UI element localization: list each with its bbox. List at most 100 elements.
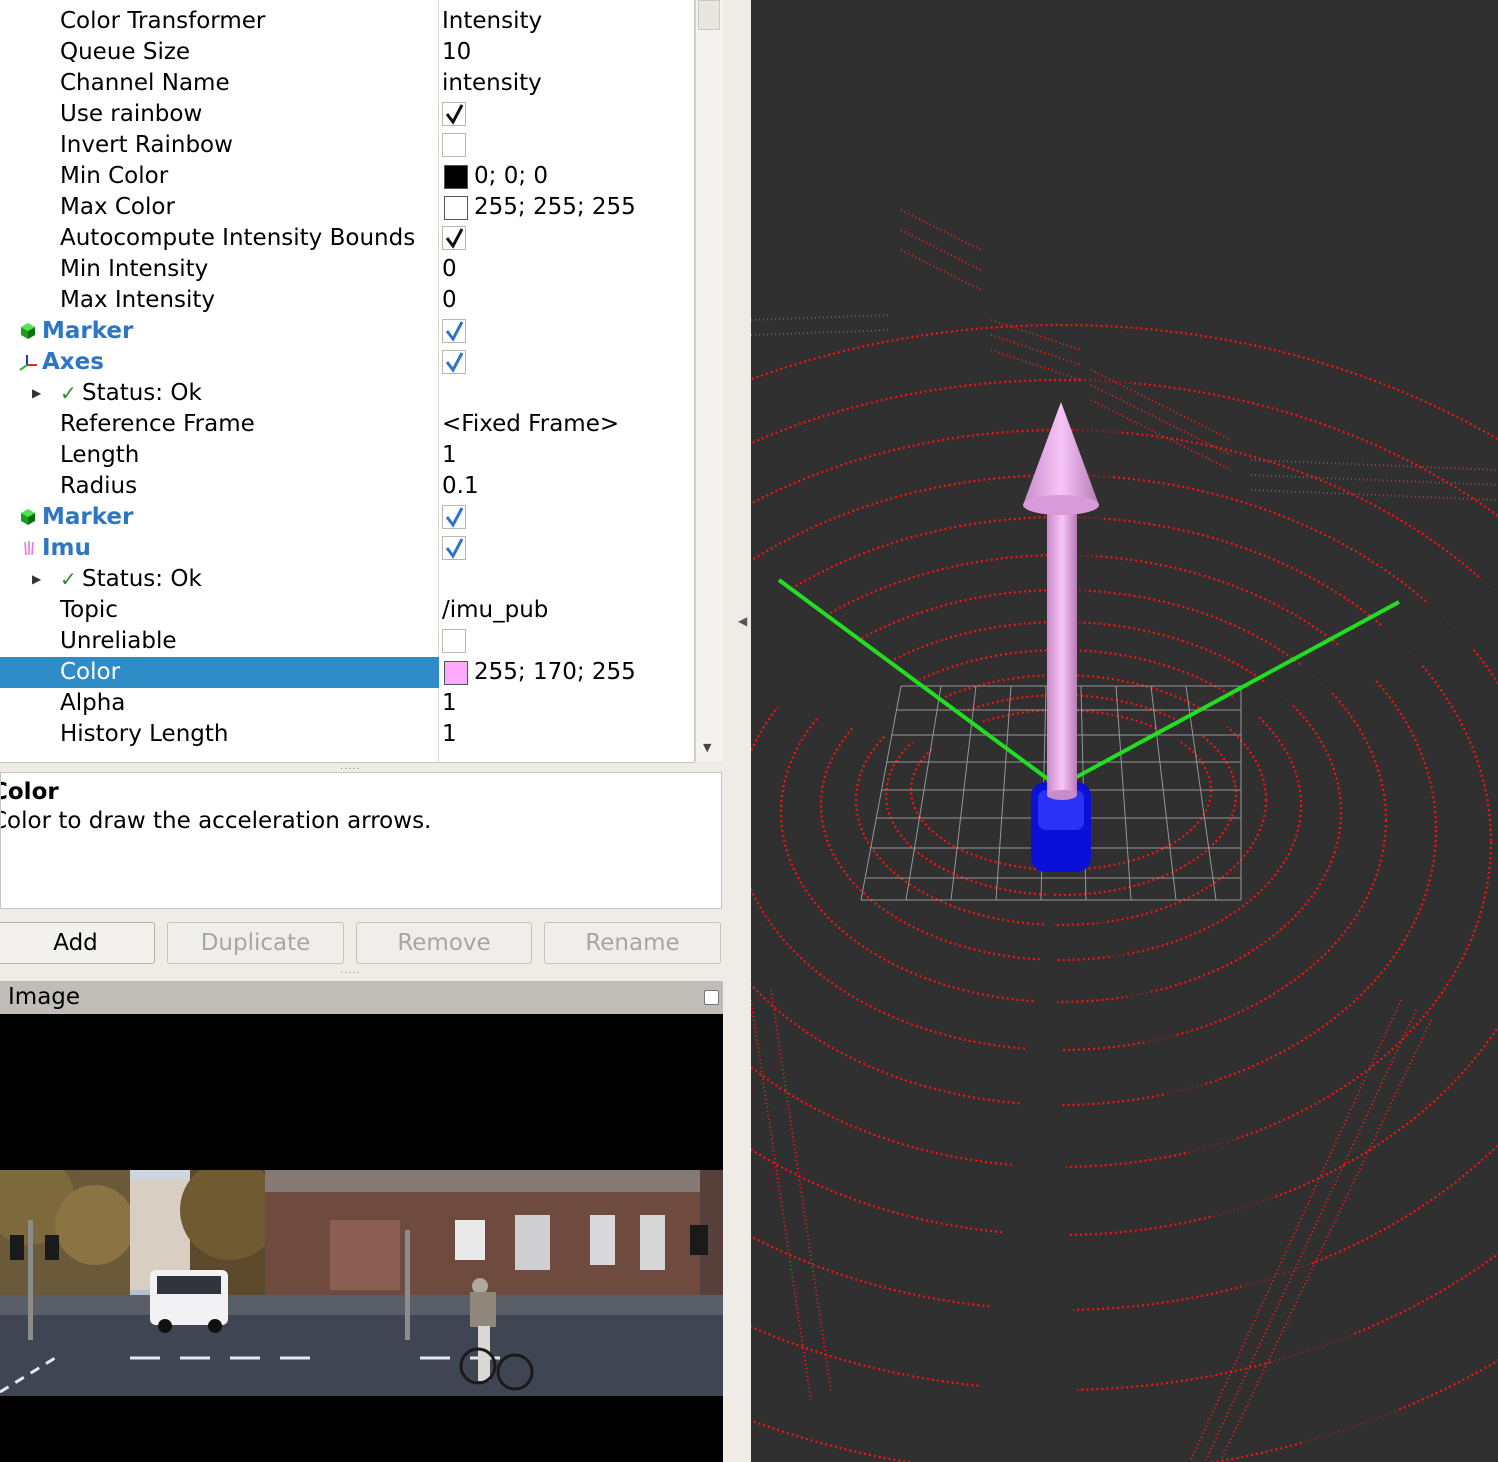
property-value-cell[interactable]: 0 [439, 254, 694, 285]
property-value: 0; 0; 0 [474, 163, 549, 189]
3d-render-view[interactable] [751, 0, 1498, 1462]
property-value: intensity [442, 70, 542, 96]
property-value: 0 [442, 256, 457, 282]
property-row-selected[interactable]: Color 255; 170; 255 [0, 657, 694, 688]
camera-image-view [0, 1014, 723, 1462]
property-row[interactable]: Queue Size 10 [0, 37, 694, 68]
imu-color-swatch[interactable] [444, 661, 468, 685]
property-name: Invert Rainbow [60, 132, 233, 158]
property-name: Color Transformer [60, 8, 266, 34]
property-value-cell [439, 533, 694, 564]
display-row-marker[interactable]: Marker [0, 502, 694, 533]
display-row-marker[interactable]: Marker [0, 316, 694, 347]
scroll-down-arrow-icon[interactable]: ▼ [703, 741, 711, 754]
use-rainbow-checkbox[interactable] [442, 102, 466, 126]
property-value-cell[interactable]: 255; 170; 255 [439, 657, 694, 688]
property-value-cell[interactable]: 1 [439, 719, 694, 750]
unreliable-checkbox[interactable] [442, 629, 466, 653]
duplicate-button[interactable]: Duplicate [167, 922, 344, 964]
axes-enable-checkbox[interactable] [442, 350, 466, 374]
property-row[interactable]: Length 1 [0, 440, 694, 471]
property-value-cell[interactable]: /imu_pub [439, 595, 694, 626]
property-row[interactable]: Invert Rainbow [0, 130, 694, 161]
property-row[interactable]: History Length 1 [0, 719, 694, 750]
property-row[interactable]: Max Intensity 0 [0, 285, 694, 316]
property-row[interactable]: Channel Name intensity [0, 68, 694, 99]
property-row[interactable]: Topic /imu_pub [0, 595, 694, 626]
property-value-cell [439, 347, 694, 378]
property-value-cell[interactable]: 0 [439, 285, 694, 316]
marker-enable-checkbox[interactable] [442, 505, 466, 529]
property-row[interactable]: Unreliable [0, 626, 694, 657]
property-value: 255; 255; 255 [474, 194, 636, 220]
property-value: 1 [442, 690, 457, 716]
property-row[interactable]: Color Transformer Intensity [0, 6, 694, 37]
add-button[interactable]: Add [0, 922, 155, 964]
property-value-cell[interactable]: 255; 255; 255 [439, 192, 694, 223]
property-value-cell[interactable]: 0; 0; 0 [439, 161, 694, 192]
property-value-cell[interactable]: 1 [439, 688, 694, 719]
image-panel-titlebar[interactable]: Image [0, 981, 723, 1014]
collapse-left-arrow-icon[interactable]: ◀ [738, 614, 747, 628]
status-row[interactable]: ▶ ✓ Status: Ok [0, 378, 694, 409]
property-name: Color [60, 659, 121, 685]
axis-line-right [1070, 600, 1400, 782]
imu-icon [24, 541, 34, 556]
property-name: Reference Frame [60, 411, 255, 437]
marker-enable-checkbox[interactable] [442, 319, 466, 343]
property-name: Topic [60, 597, 118, 623]
status-row[interactable]: ▶ ✓ Status: Ok [0, 564, 694, 595]
property-value-cell[interactable]: Intensity [439, 6, 694, 37]
property-value: 255; 170; 255 [474, 659, 636, 685]
description-title: Color [1, 779, 59, 805]
property-row[interactable]: Alpha 1 [0, 688, 694, 719]
rename-button[interactable]: Rename [544, 922, 721, 964]
property-row[interactable]: Min Color 0; 0; 0 [0, 161, 694, 192]
display-name: Imu [42, 535, 91, 561]
property-row[interactable]: Autocompute Intensity Bounds [0, 223, 694, 254]
property-row[interactable]: Radius 0.1 [0, 471, 694, 502]
invert-rainbow-checkbox[interactable] [442, 133, 466, 157]
property-row[interactable]: Min Intensity 0 [0, 254, 694, 285]
remove-button[interactable]: Remove [356, 922, 532, 964]
property-value: <Fixed Frame> [442, 411, 620, 437]
display-row-axes[interactable]: Axes [0, 347, 694, 378]
splitter-handle[interactable]: ····· [340, 968, 361, 979]
scrollbar-handle[interactable] [698, 0, 720, 30]
image-panel-title: Image [8, 984, 81, 1010]
panel-splitter[interactable] [723, 0, 751, 1462]
undock-checkbox[interactable] [704, 990, 719, 1005]
display-name: Marker [42, 504, 134, 530]
display-name: Axes [42, 349, 104, 375]
property-value-cell[interactable]: 1 [439, 440, 694, 471]
property-value: 10 [442, 39, 472, 65]
property-name: Max Intensity [60, 287, 215, 313]
property-row[interactable]: Reference Frame <Fixed Frame> [0, 409, 694, 440]
property-row[interactable]: Use rainbow [0, 99, 694, 130]
displays-property-tree[interactable]: Color Transformer Intensity Queue Size 1… [0, 0, 695, 763]
imu-enable-checkbox[interactable] [442, 536, 466, 560]
property-name: Queue Size [60, 39, 191, 65]
property-value-cell [439, 502, 694, 533]
min-color-swatch[interactable] [444, 165, 468, 189]
property-value: 1 [442, 721, 457, 747]
property-value-cell[interactable]: 10 [439, 37, 694, 68]
status-text: Status: Ok [82, 380, 202, 406]
max-color-swatch[interactable] [444, 196, 468, 220]
property-value: 1 [442, 442, 457, 468]
property-name: Unreliable [60, 628, 177, 654]
property-value: 0 [442, 287, 457, 313]
autocompute-bounds-checkbox[interactable] [442, 226, 466, 250]
property-name: Min Color [60, 163, 169, 189]
display-name: Marker [42, 318, 134, 344]
property-value-cell[interactable]: intensity [439, 68, 694, 99]
property-description-box: Color Color to draw the acceleration arr… [0, 772, 722, 909]
property-value-cell[interactable]: <Fixed Frame> [439, 409, 694, 440]
display-row-imu[interactable]: Imu [0, 533, 694, 564]
property-tree-scrollbar[interactable]: ▼ [695, 0, 723, 762]
expand-arrow-icon[interactable]: ▶ [32, 564, 41, 595]
property-value-cell[interactable]: 0.1 [439, 471, 694, 502]
property-row[interactable]: Max Color 255; 255; 255 [0, 192, 694, 223]
expand-arrow-icon[interactable]: ▶ [32, 378, 41, 409]
marker-cube-icon [21, 509, 35, 525]
